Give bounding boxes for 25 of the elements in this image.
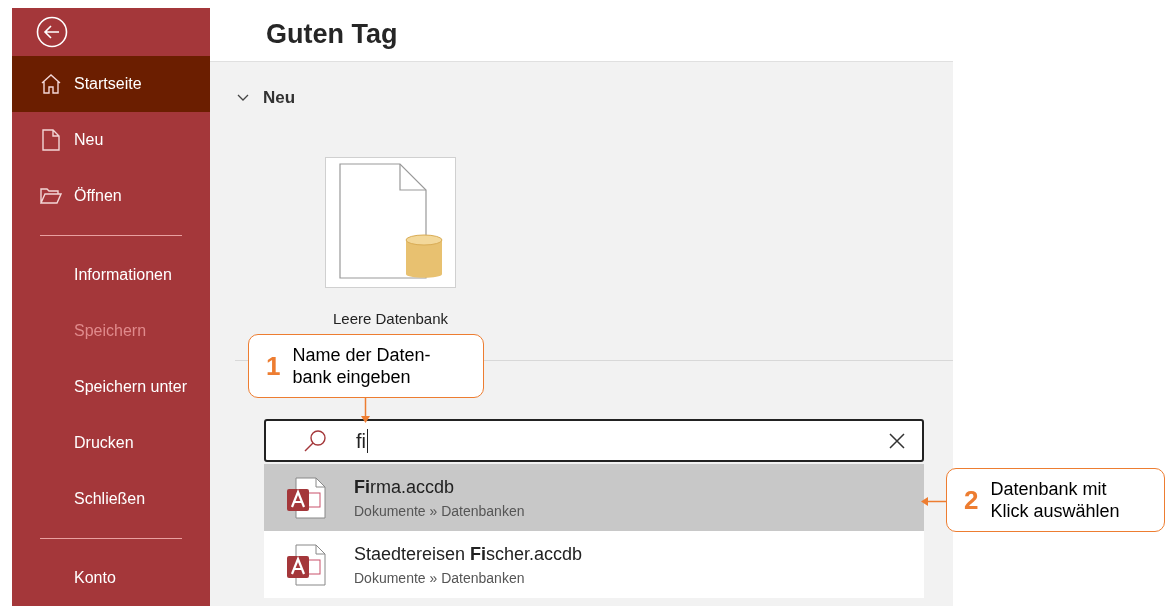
sidebar-item[interactable]: Speichern unter	[12, 359, 210, 415]
result-item[interactable]: Firma.accdb Dokumente » Datenbanken	[264, 464, 924, 531]
callout-text: bank eingeben	[292, 366, 412, 388]
file-path: Dokumente » Datenbanken	[354, 568, 526, 588]
step-number: 2	[964, 483, 979, 517]
template-label: Leere Datenbank	[332, 308, 449, 329]
callout-text: Klick auswählen	[990, 500, 1120, 522]
search-value: fi	[356, 428, 368, 453]
file-path: Dokumente » Datenbanken	[354, 501, 525, 521]
file-name: Staedtereisen Fischer.accdb	[354, 542, 583, 566]
section-title: Neu	[263, 87, 296, 109]
callout-text: Name der Daten-	[292, 344, 431, 366]
greeting-title: Guten Tag	[266, 18, 398, 52]
sidebar-item[interactable]: Informationen	[12, 247, 210, 303]
sidebar-item[interactable]: Startseite	[12, 56, 210, 112]
search-field[interactable]: fi	[264, 419, 924, 462]
step-number: 1	[266, 349, 281, 383]
sidebar-item[interactable]: Drucken	[12, 415, 210, 471]
sidebar-item[interactable]: Konto	[12, 550, 210, 606]
sidebar-item[interactable]: Schließen	[12, 471, 210, 527]
result-item[interactable]: Staedtereisen Fischer.accdb Dokumente » Datenbanken	[264, 531, 924, 598]
callout-text: Datenbank mit	[990, 478, 1108, 500]
sidebar-item[interactable]: Neu	[12, 112, 210, 168]
sidebar-item[interactable]: Öffnen	[12, 168, 210, 224]
file-name: Firma.accdb	[354, 475, 456, 499]
